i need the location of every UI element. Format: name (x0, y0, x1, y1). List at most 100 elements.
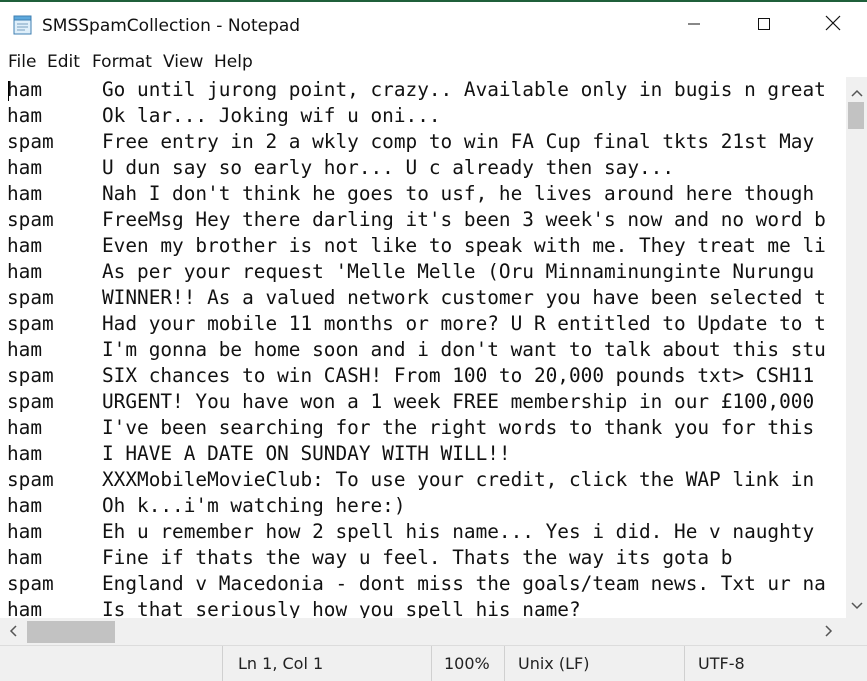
line-label: ham (7, 78, 43, 101)
minimize-icon (687, 16, 701, 35)
text-line: spam WINNER!! As a valued network custome… (7, 285, 826, 311)
chevron-left-icon (9, 622, 17, 641)
line-text: I HAVE A DATE ON SUNDAY WITH WILL!! (102, 442, 511, 465)
menu-help[interactable]: Help (214, 52, 253, 72)
line-text: U dun say so early hor... U c already th… (102, 156, 675, 179)
line-label: spam (7, 312, 54, 335)
zoom-level: 100% (444, 654, 490, 673)
status-divider (222, 646, 223, 681)
chevron-down-icon (851, 595, 863, 614)
scrollbar-corner (846, 618, 867, 645)
text-line: spam URGENT! You have won a 1 week FREE m… (7, 389, 826, 415)
line-label: ham (7, 182, 43, 205)
line-label: ham (7, 234, 43, 257)
line-text: URGENT! You have won a 1 week FREE membe… (102, 390, 815, 413)
line-text: FreeMsg Hey there darling it's been 3 we… (102, 208, 826, 231)
line-label: ham (7, 520, 43, 543)
line-text: England v Macedonia - dont miss the goal… (102, 572, 826, 595)
text-line: spam Had your mobile 11 months or more? U… (7, 311, 826, 337)
window-title: SMSSpamCollection - Notepad (42, 16, 301, 36)
menu-edit[interactable]: Edit (47, 52, 80, 72)
line-text: Go until jurong point, crazy.. Available… (102, 78, 826, 101)
close-button[interactable] (798, 2, 867, 48)
line-label: spam (7, 390, 54, 413)
notepad-window: SMSSpamCollection - Notepad File Edit Fo… (0, 0, 867, 681)
line-label: spam (7, 130, 54, 153)
text-line: ham Eh u remember how 2 spell his name...… (7, 519, 826, 545)
line-text: Oh k...i'm watching here:) (102, 494, 406, 517)
line-label: spam (7, 286, 54, 309)
scroll-up-button[interactable] (850, 84, 864, 98)
vertical-scrollbar[interactable] (846, 77, 867, 618)
text-line: ham Nah I don't think he goes to usf, he … (7, 181, 826, 207)
line-text: I've been searching for the right words … (102, 416, 815, 439)
line-text: XXXMobileMovieClub: To use your credit, … (102, 468, 815, 491)
line-label: ham (7, 442, 43, 465)
chevron-right-icon (825, 622, 833, 641)
cursor-position: Ln 1, Col 1 (238, 654, 324, 673)
text-line: ham Ok lar... Joking wif u oni... (7, 103, 826, 129)
line-label: ham (7, 156, 43, 179)
text-line: ham U dun say so early hor... U c already… (7, 155, 826, 181)
line-text: Nah I don't think he goes to usf, he liv… (102, 182, 815, 205)
menu-bar: File Edit Format View Help (0, 48, 867, 77)
text-caret (8, 81, 9, 101)
horizontal-scrollbar[interactable] (0, 618, 846, 645)
text-editor[interactable]: ham Go until jurong point, crazy.. Availa… (0, 77, 846, 618)
scroll-down-button[interactable] (850, 597, 864, 611)
line-text: I'm gonna be home soon and i don't want … (102, 338, 826, 361)
status-divider (431, 646, 432, 681)
line-label: ham (7, 494, 43, 517)
line-label: ham (7, 338, 43, 361)
chevron-up-icon (851, 82, 863, 101)
line-label: spam (7, 572, 54, 595)
line-label: spam (7, 364, 54, 387)
text-line: spam FreeMsg Hey there darling it's been … (7, 207, 826, 233)
line-label: ham (7, 104, 43, 127)
line-text: SIX chances to win CASH! From 100 to 20,… (102, 364, 815, 387)
text-line: ham Is that seriously how you spell his n… (7, 597, 826, 618)
text-line: ham Even my brother is not like to speak … (7, 233, 826, 259)
line-text: Ok lar... Joking wif u oni... (102, 104, 441, 127)
line-text: Is that seriously how you spell his name… (102, 598, 581, 618)
line-label: ham (7, 416, 43, 439)
close-icon (825, 15, 841, 35)
minimize-button[interactable] (659, 2, 729, 48)
vertical-scroll-thumb[interactable] (848, 102, 864, 129)
text-line: ham As per your request 'Melle Melle (Oru… (7, 259, 826, 285)
line-text: Had your mobile 11 months or more? U R e… (102, 312, 826, 335)
line-text: Free entry in 2 a wkly comp to win FA Cu… (102, 130, 815, 153)
text-line: spam England v Macedonia - dont miss the … (7, 571, 826, 597)
line-label: spam (7, 468, 54, 491)
status-bar: Ln 1, Col 1 100% Unix (LF) UTF-8 (0, 645, 867, 681)
notepad-icon (12, 15, 34, 35)
line-text: WINNER!! As a valued network customer yo… (102, 286, 826, 309)
text-line: ham I HAVE A DATE ON SUNDAY WITH WILL!! (7, 441, 826, 467)
line-text: As per your request 'Melle Melle (Oru Mi… (102, 260, 815, 283)
text-line: spam XXXMobileMovieClub: To use your cred… (7, 467, 826, 493)
text-line: spam SIX chances to win CASH! From 100 to… (7, 363, 826, 389)
line-label: ham (7, 598, 43, 618)
status-divider (504, 646, 505, 681)
line-label: ham (7, 260, 43, 283)
maximize-button[interactable] (729, 2, 799, 48)
status-divider (684, 646, 685, 681)
scroll-right-button[interactable] (822, 624, 836, 638)
text-line: ham I've been searching for the right wor… (7, 415, 826, 441)
text-line: ham Oh k...i'm watching here:) (7, 493, 826, 519)
scroll-left-button[interactable] (6, 624, 20, 638)
maximize-icon (757, 16, 771, 35)
horizontal-scroll-thumb[interactable] (27, 621, 115, 643)
text-line: ham Go until jurong point, crazy.. Availa… (7, 77, 826, 103)
menu-file[interactable]: File (8, 52, 36, 72)
line-label: ham (7, 546, 43, 569)
line-text: Even my brother is not like to speak wit… (102, 234, 826, 257)
line-label: spam (7, 208, 54, 231)
menu-view[interactable]: View (163, 52, 203, 72)
line-text: Fine if thats the way u feel. Thats the … (102, 546, 733, 569)
line-ending: Unix (LF) (518, 654, 590, 673)
text-line: ham I'm gonna be home soon and i don't wa… (7, 337, 826, 363)
text-line: ham Fine if thats the way u feel. Thats t… (7, 545, 826, 571)
text-line: spam Free entry in 2 a wkly comp to win F… (7, 129, 826, 155)
menu-format[interactable]: Format (92, 52, 152, 72)
